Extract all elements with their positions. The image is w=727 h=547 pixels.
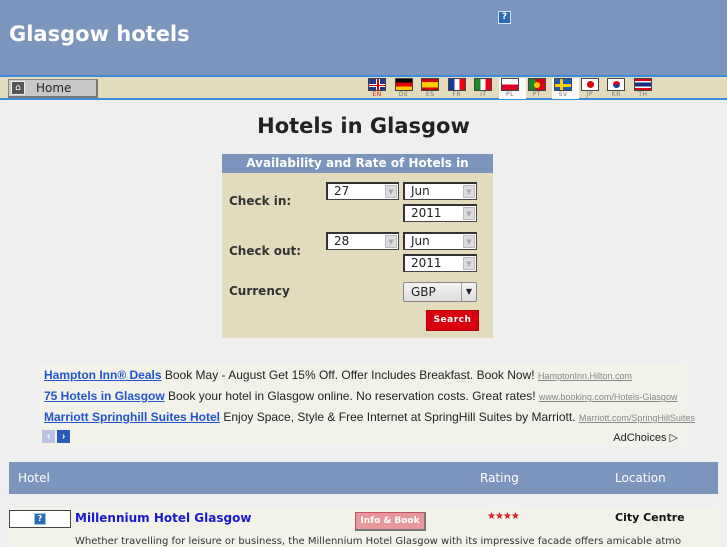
checkin-day-value: 27 [334,184,350,198]
home-button[interactable]: ⌂ Home [8,79,98,98]
ad-title-link[interactable]: Marriott Springhill Suites Hotel [44,410,220,424]
language-code: SV [558,91,568,98]
hotel-location: City Centre [615,511,685,524]
flag-th-icon [633,78,652,91]
checkin-month-select[interactable]: Jun ▼ [403,182,477,200]
adchoices-link[interactable]: AdChoices ▷ [613,431,678,444]
checkout-day-select[interactable]: 28 ▼ [326,232,399,250]
language-es[interactable]: ES [419,78,446,99]
flag-fr-icon [447,78,466,91]
chevron-down-icon: ▼ [463,185,475,198]
flag-uk-icon [368,78,386,91]
checkout-year-value: 2011 [411,256,442,270]
language-kr[interactable]: KR [605,78,632,99]
availability-form: Availability and Rate of Hotels in Check… [222,154,493,338]
ad-title-link[interactable]: 75 Hotels in Glasgow [44,389,165,403]
flag-es-icon [421,78,440,91]
chevron-down-icon: ▼ [385,185,397,198]
language-selector: EN DE ES FR IT PL PT SV JP KR TH [366,78,659,99]
flag-de-icon [394,78,413,91]
language-th[interactable]: TH [632,78,659,99]
checkout-year-select[interactable]: 2011 ▼ [403,254,477,272]
flag-it-icon [474,78,493,91]
star-rating: ★★★★ [487,511,520,522]
home-icon: ⌂ [11,81,25,95]
chevron-down-icon: ▼ [385,235,397,248]
checkout-month-select[interactable]: Jun ▼ [403,232,477,250]
language-code: PL [505,91,514,98]
language-pt[interactable]: PT [526,78,553,99]
currency-label: Currency [229,284,290,298]
ad-title-link[interactable]: Hampton Inn® Deals [44,368,162,382]
home-label: Home [36,81,72,95]
language-pl[interactable]: PL [498,78,526,99]
language-code: TH [638,91,648,98]
flag-se-icon [554,78,573,91]
language-code: KR [611,91,621,98]
language-en[interactable]: EN [366,78,393,99]
checkout-day-value: 28 [334,234,350,248]
site-header: Glasgow hotels ? [0,0,727,75]
image-placeholder-icon: ? [34,513,46,525]
flag-jp-icon [580,78,599,91]
column-hotel: Hotel [18,471,50,485]
currency-value: GBP [411,285,436,299]
language-de[interactable]: DE [393,78,420,99]
language-it[interactable]: IT [472,78,499,99]
nav-bar: ⌂ Home EN DE ES FR IT PL PT SV JP KR TH [0,75,727,100]
help-icon[interactable]: ? [498,11,511,24]
ad-pager: ‹ › [42,430,70,443]
ad-url-link[interactable]: www.booking.com/Hotels-Glasgow [539,392,678,402]
language-code: FR [452,91,462,98]
chevron-down-icon: ▼ [463,207,475,220]
column-location: Location [615,471,666,485]
site-title: Glasgow hotels [9,22,190,46]
chevron-right-icon[interactable]: › [57,430,70,443]
language-code: DE [398,91,409,98]
page-title: Hotels in Glasgow [257,114,470,138]
chevron-down-icon: ▼ [461,283,476,301]
language-sv[interactable]: SV [552,78,579,99]
language-code: IT [480,91,487,98]
checkin-day-select[interactable]: 27 ▼ [326,182,399,200]
ad-text: Enjoy Space, Style & Free Internet at Sp… [220,410,579,424]
form-heading: Availability and Rate of Hotels in [222,154,493,173]
hotel-table-header: Hotel Rating Location [9,462,718,494]
language-code: JP [586,91,593,98]
checkin-label: Check in: [229,194,292,208]
language-code: PT [532,91,541,98]
language-code: EN [372,91,382,98]
language-fr[interactable]: FR [446,78,473,99]
checkout-label: Check out: [229,244,302,258]
hotel-description: Whether travelling for leisure or busine… [75,536,682,547]
table-row: ? Millennium Hotel Glasgow Info & Book ★… [9,507,718,547]
ad-block: Hampton Inn® Deals Book May - August Get… [40,364,695,446]
ad-item: 75 Hotels in Glasgow Book your hotel in … [44,389,677,403]
flag-pl-icon [500,78,519,91]
chevron-down-icon: ▼ [463,235,475,248]
flag-kr-icon [607,78,626,91]
language-code: ES [425,91,435,98]
hotel-thumbnail[interactable]: ? [9,510,71,528]
search-button[interactable]: Search [426,310,479,331]
ad-text: Book your hotel in Glasgow online. No re… [164,389,539,403]
ad-url-link[interactable]: HamptonInn.Hilton.com [538,371,632,381]
info-book-button[interactable]: Info & Book [355,512,426,531]
ad-item: Marriott Springhill Suites Hotel Enjoy S… [44,410,695,424]
language-jp[interactable]: JP [579,78,606,99]
checkin-year-select[interactable]: 2011 ▼ [403,204,477,222]
flag-pt-icon [527,78,546,91]
chevron-down-icon: ▼ [463,257,475,270]
currency-select[interactable]: GBP ▼ [403,282,477,302]
column-rating: Rating [480,471,519,485]
ad-item: Hampton Inn® Deals Book May - August Get… [44,368,632,382]
checkout-month-value: Jun [411,234,430,248]
chevron-left-icon[interactable]: ‹ [42,430,55,443]
hotel-name-link[interactable]: Millennium Hotel Glasgow [75,511,251,525]
ad-text: Book May - August Get 15% Off. Offer Inc… [161,368,538,382]
ad-url-link[interactable]: Marriott.com/SpringHillSuites [579,413,695,423]
checkin-month-value: Jun [411,184,430,198]
checkin-year-value: 2011 [411,206,442,220]
